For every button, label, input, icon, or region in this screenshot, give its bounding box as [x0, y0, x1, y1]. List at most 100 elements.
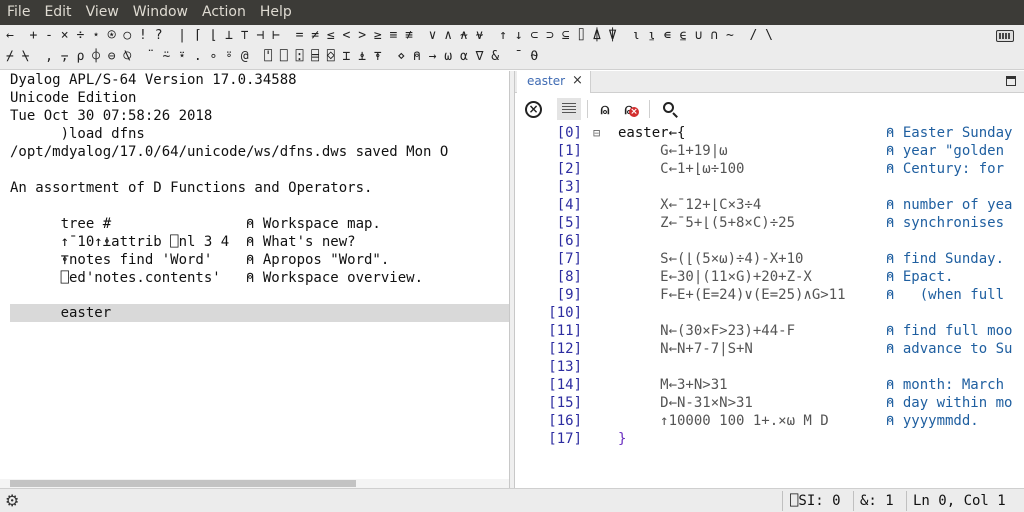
code-line[interactable]: [4] X←¯12+⌊C×3÷4 ⍝ number of yea — [515, 196, 1024, 214]
code-comment: ⍝ Easter Sunday — [886, 125, 1013, 141]
code-text: Z←¯5+⌊(5+8×C)÷25 — [618, 215, 796, 231]
code-comment: ⍝ year "golden — [886, 143, 1005, 159]
line-number: [13] — [548, 359, 582, 375]
toolbar-separator — [649, 100, 650, 118]
code-line[interactable]: [14] M←3+N>31 ⍝ month: March — [515, 376, 1024, 394]
menu-view[interactable]: View — [79, 0, 126, 25]
status-position: Ln 0, Col 1 — [913, 493, 1006, 509]
line-number: [9] — [556, 287, 582, 303]
code-line[interactable]: [9] F←E+(E=24)∨(E=25)∧G>11 ⍝ (when full — [515, 286, 1024, 304]
code-area[interactable]: [0] ⊟ easter←{⍝ Easter Sunday [1] G←1+19|⍵ ⍝… — [515, 124, 1024, 488]
line-number: [2] — [556, 161, 582, 177]
menu-edit[interactable]: Edit — [37, 0, 78, 25]
code-line[interactable]: [1] G←1+19|⍵ ⍝ year "golden — [515, 142, 1024, 160]
code-comment: ⍝ find full moo — [886, 323, 1013, 339]
line-number: [17] — [548, 431, 582, 447]
status-si: ⎕SI: 0 — [790, 493, 841, 509]
editor-tab-strip: easter × — [515, 71, 1024, 93]
menu-action[interactable]: Action — [195, 0, 253, 25]
line-number: [16] — [548, 413, 582, 429]
maximize-icon[interactable] — [1006, 76, 1016, 86]
line-number: [10] — [548, 305, 582, 321]
comment-icon: ⍝ — [600, 100, 610, 118]
session-pane[interactable]: Dyalog APL/S-64 Version 17.0.34588 Unico… — [0, 71, 509, 488]
line-number: [1] — [556, 143, 582, 159]
session-line: ⎕ed'notes.contents' ⍝ Workspace overview… — [10, 270, 424, 286]
code-text: D←N-31×N>31 — [618, 395, 753, 411]
fold-toggle-icon[interactable]: ⊟ — [593, 124, 600, 142]
session-input-line[interactable]: easter — [10, 304, 112, 322]
code-line[interactable]: [17]} — [515, 430, 1024, 448]
code-line[interactable]: [5] Z←¯5+⌊(5+8×C)÷25 ⍝ synchronises — [515, 214, 1024, 232]
code-text: C←1+⌊⍵÷100 — [618, 161, 745, 177]
code-text: G←1+19|⍵ — [618, 143, 728, 159]
code-line[interactable]: [11] N←(30×F>23)+44-F ⍝ find full moo — [515, 322, 1024, 340]
session-line: /opt/mdyalog/17.0/64/unicode/ws/dfns.dws… — [10, 144, 449, 160]
line-number: [5] — [556, 215, 582, 231]
code-text: F←E+(E=24)∨(E=25)∧G>11 — [618, 287, 846, 303]
close-circle-icon: × — [525, 101, 542, 118]
code-line[interactable]: [7] S←(⌊(5×⍵)÷4)-X+10 ⍝ find Sunday. — [515, 250, 1024, 268]
editor-toolbar: × ⍝ ⍝ × — [515, 94, 1024, 124]
status-bar: ⚙ ⎕SI: 0 &: 1 Ln 0, Col 1 — [0, 488, 1024, 512]
tab-easter[interactable]: easter × — [517, 71, 591, 93]
toggle-line-numbers-button[interactable] — [557, 98, 581, 120]
session-line: ⍕notes find 'Word' ⍝ Apropos "Word". — [10, 252, 390, 268]
line-number: [0] — [556, 125, 582, 141]
code-line[interactable]: [0] ⊟ easter←{⍝ Easter Sunday — [515, 124, 1024, 142]
menu-file[interactable]: File — [0, 0, 37, 25]
toolbar-separator — [587, 100, 588, 118]
line-number: [11] — [548, 323, 582, 339]
code-comment: ⍝ Epact. — [886, 269, 954, 285]
menu-help[interactable]: Help — [253, 0, 299, 25]
language-bar-row-2[interactable]: ⌿ ⍀ , ⍪ ⍴ ⌽ ⊖ ⍉ ¨ ⍨ ⍣ . ∘ ⍤ @ ⍞ ⎕ ⍠ ⌸ ⌺ … — [6, 47, 538, 67]
code-line[interactable]: [15] D←N-31×N>31 ⍝ day within mo — [515, 394, 1024, 412]
session-horizontal-scrollbar[interactable] — [0, 479, 509, 488]
code-comment: ⍝ day within mo — [886, 395, 1013, 411]
status-divider — [906, 491, 907, 511]
tab-label: easter — [527, 74, 566, 88]
close-editor-button[interactable]: × — [523, 98, 545, 120]
line-number: [3] — [556, 179, 582, 195]
line-number: [15] — [548, 395, 582, 411]
code-line[interactable]: [16] ↑10000 100 1+.×⍵ M D ⍝ yyyymmdd. — [515, 412, 1024, 430]
menu-window[interactable]: Window — [126, 0, 195, 25]
code-text: E←30|(11×G)+20+Z-X — [618, 269, 812, 285]
search-icon-handle — [672, 112, 678, 118]
code-comment: ⍝ find Sunday. — [886, 251, 1005, 267]
code-line[interactable]: [3] — [515, 178, 1024, 196]
code-line[interactable]: [2] C←1+⌊⍵÷100 ⍝ Century: for — [515, 160, 1024, 178]
code-text: } — [618, 431, 627, 447]
code-comment: ⍝ number of yea — [886, 197, 1013, 213]
line-number: [12] — [548, 341, 582, 357]
uncomment-button[interactable]: ⍝ × — [619, 98, 639, 120]
gear-icon[interactable]: ⚙ — [5, 492, 19, 510]
search-button[interactable] — [659, 98, 681, 120]
code-line[interactable]: [13] — [515, 358, 1024, 376]
line-number: [14] — [548, 377, 582, 393]
code-line[interactable]: [12] N←N+7-7|S+N ⍝ advance to Su — [515, 340, 1024, 358]
code-line[interactable]: [8] E←30|(11×G)+20+Z-X ⍝ Epact. — [515, 268, 1024, 286]
session-line: Tue Oct 30 07:58:26 2018 — [10, 108, 213, 124]
code-line[interactable]: [6] — [515, 232, 1024, 250]
editor-pane: easter × × ⍝ ⍝ × [0] ⊟ easter←{⍝ Easter Su… — [515, 71, 1024, 488]
session-horizontal-scroll-thumb[interactable] — [10, 480, 356, 487]
session-line: )load dfns — [10, 126, 145, 142]
comment-button[interactable]: ⍝ — [595, 98, 615, 120]
menu-bar: File Edit View Window Action Help — [0, 0, 1024, 25]
code-comment: ⍝ Century: for — [886, 161, 1005, 177]
code-text: M←3+N>31 — [618, 377, 728, 393]
code-line[interactable]: [10] — [515, 304, 1024, 322]
code-comment: ⍝ (when full — [886, 287, 1005, 303]
status-divider — [853, 491, 854, 511]
line-numbers-icon — [562, 103, 576, 115]
keyboard-icon[interactable] — [996, 30, 1014, 42]
line-number: [8] — [556, 269, 582, 285]
status-divider — [782, 491, 783, 511]
close-tab-icon[interactable]: × — [572, 73, 583, 88]
line-number: [4] — [556, 197, 582, 213]
code-text: N←N+7-7|S+N — [618, 341, 753, 357]
session-line: tree # ⍝ Workspace map. — [10, 216, 381, 232]
code-comment: ⍝ yyyymmdd. — [886, 413, 979, 429]
language-bar-row-1[interactable]: ← + - × ÷ ⋆ ⍟ ○ ! ? | ⌈ ⌊ ⊥ ⊤ ⊣ ⊢ = ≠ ≤ … — [6, 26, 773, 46]
